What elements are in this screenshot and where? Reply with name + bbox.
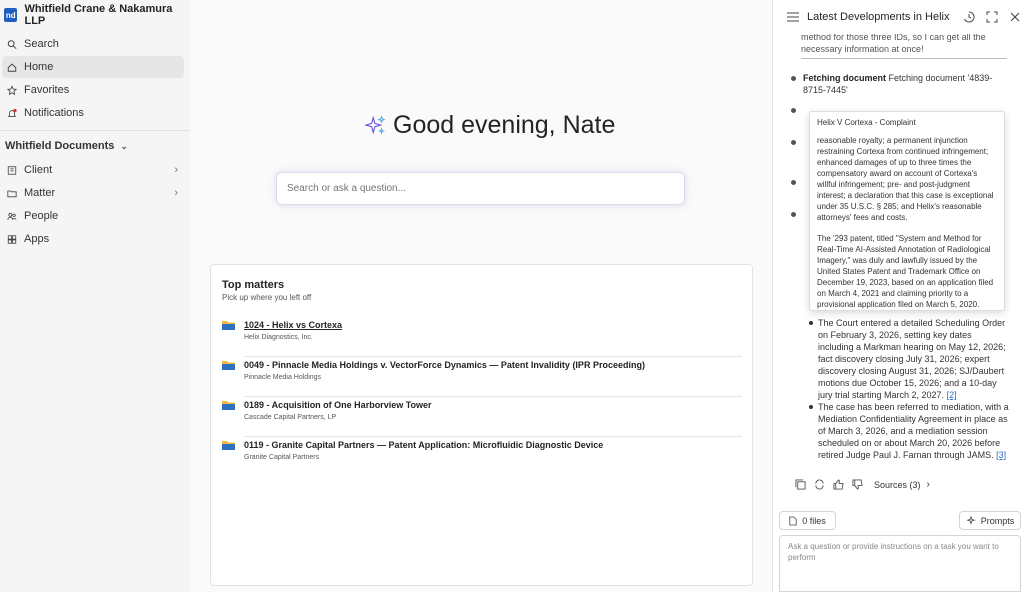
bullet-text: The Court entered a detailed Scheduling … bbox=[818, 318, 1006, 400]
files-button[interactable]: 0 files bbox=[779, 511, 836, 530]
matter-row[interactable]: 1024 - Helix vs Cortexa Helix Diagnostic… bbox=[222, 317, 742, 357]
tooltip-title: Helix V Cortexa - Complaint bbox=[817, 118, 916, 127]
sidebar-item-label: Favorites bbox=[24, 84, 70, 96]
sparkle-icon bbox=[365, 114, 386, 135]
sidebar-item-matter[interactable]: Matter › bbox=[2, 182, 184, 204]
matter-client: Helix Diagnostics, Inc. bbox=[244, 334, 313, 341]
matter-client: Pinnacle Media Holdings bbox=[244, 374, 322, 381]
top-matters-card: Top matters Pick up where you left off 1… bbox=[210, 264, 753, 586]
sidebar-item-home[interactable]: Home bbox=[2, 56, 184, 78]
sidebar-item-label: People bbox=[24, 210, 59, 222]
folder-icon bbox=[222, 401, 235, 410]
chevron-down-icon: ⌄ bbox=[120, 140, 128, 151]
bullet bbox=[791, 108, 796, 113]
divider bbox=[801, 58, 1007, 59]
response-actions: Sources (3) › bbox=[795, 479, 930, 490]
bullet bbox=[791, 76, 796, 81]
tooltip-paragraph: The '293 patent, titled "System and Meth… bbox=[817, 234, 994, 309]
list-item: The case has been referred to mediation,… bbox=[809, 401, 1009, 461]
matter-client: Cascade Capital Partners, LP bbox=[244, 414, 337, 421]
thumbs-down-icon[interactable] bbox=[852, 479, 863, 490]
citation-link[interactable]: [3] bbox=[996, 450, 1006, 460]
bullet-text: The case has been referred to mediation,… bbox=[818, 402, 1009, 460]
retry-icon[interactable] bbox=[814, 479, 825, 490]
prompts-button[interactable]: Prompts bbox=[959, 511, 1021, 530]
user-message: method for those three IDs, so I can get… bbox=[801, 34, 986, 54]
thumbs-up-icon[interactable] bbox=[833, 479, 844, 490]
folder-icon bbox=[222, 441, 235, 450]
bullet bbox=[791, 180, 796, 185]
sidebar-item-notifications[interactable]: Notifications bbox=[2, 102, 184, 124]
sidebar-item-label: Matter bbox=[24, 187, 56, 199]
chevron-right-icon: › bbox=[174, 187, 178, 199]
greeting-text: Good evening, Nate bbox=[393, 111, 616, 139]
search-input[interactable] bbox=[276, 172, 685, 205]
search-icon bbox=[7, 39, 17, 49]
matter-title[interactable]: 0189 - Acquisition of One Harborview Tow… bbox=[244, 400, 432, 410]
folder-icon bbox=[222, 321, 235, 330]
citation-link[interactable]: [2] bbox=[947, 390, 957, 400]
sidebar-item-favorites[interactable]: Favorites bbox=[2, 79, 184, 101]
sidebar-item-label: Client bbox=[24, 164, 53, 176]
client-icon bbox=[7, 165, 17, 175]
card-title: Top matters bbox=[222, 279, 285, 291]
card-subtitle: Pick up where you left off bbox=[222, 293, 312, 302]
citation-tooltip: Helix V Cortexa - Complaint reasonable r… bbox=[809, 111, 1005, 311]
panel-title: Latest Developments in Helix v ... bbox=[807, 11, 952, 23]
section-title[interactable]: Whitfield Documents ⌄ bbox=[0, 136, 190, 156]
prompts-label: Prompts bbox=[980, 515, 1015, 526]
matter-title[interactable]: 0119 - Granite Capital Partners — Patent… bbox=[244, 440, 603, 450]
menu-icon[interactable] bbox=[787, 12, 799, 22]
bullet bbox=[791, 140, 796, 145]
matter-client: Granite Capital Partners bbox=[244, 454, 320, 461]
list-item: The Court entered a detailed Scheduling … bbox=[809, 317, 1009, 401]
prompts-icon bbox=[966, 515, 976, 525]
ask-input[interactable]: Ask a question or provide instructions o… bbox=[779, 535, 1021, 592]
sidebar-item-label: Home bbox=[24, 61, 54, 73]
step-label: Fetching document bbox=[803, 73, 886, 83]
sidebar-item-label: Notifications bbox=[24, 107, 84, 119]
matter-title[interactable]: 1024 - Helix vs Cortexa bbox=[244, 320, 342, 330]
apps-icon bbox=[7, 234, 17, 244]
expand-icon[interactable] bbox=[986, 11, 998, 23]
close-icon[interactable] bbox=[1009, 11, 1021, 23]
people-icon bbox=[7, 211, 17, 221]
sidebar-item-people[interactable]: People bbox=[2, 205, 184, 227]
home-icon bbox=[7, 62, 17, 72]
bell-icon bbox=[7, 108, 17, 118]
tooltip-paragraph: reasonable royalty; a permanent injuncti… bbox=[817, 136, 994, 222]
brand-logo: nd bbox=[4, 8, 18, 22]
sidebar-item-label: Search bbox=[24, 38, 59, 50]
step-text: Fetching document Fetching document '483… bbox=[803, 72, 1013, 96]
brand-name: Whitfield Crane & Nakamura LLP bbox=[24, 3, 173, 27]
folder-icon bbox=[222, 361, 235, 370]
sidebar-item-label: Apps bbox=[24, 233, 50, 245]
main-area: Good evening, Nate Top matters Pick up w… bbox=[190, 0, 772, 592]
star-icon bbox=[7, 84, 17, 95]
chevron-right-icon: › bbox=[174, 164, 178, 176]
files-label: 0 files bbox=[802, 515, 826, 526]
sidebar-item-search[interactable]: Search bbox=[2, 33, 184, 55]
brand[interactable]: nd Whitfield Crane & Nakamura LLP bbox=[0, 0, 190, 30]
section-title-label: Whitfield Documents bbox=[5, 140, 115, 152]
matter-row[interactable]: 0049 - Pinnacle Media Holdings v. Vector… bbox=[222, 357, 742, 397]
sources-button[interactable]: Sources (3) bbox=[874, 480, 921, 490]
sidebar: nd Whitfield Crane & Nakamura LLP Search… bbox=[0, 0, 190, 592]
sidebar-divider bbox=[0, 130, 190, 131]
sidebar-item-client[interactable]: Client › bbox=[2, 159, 184, 181]
panel-header: Latest Developments in Helix v ... bbox=[773, 0, 1024, 34]
chevron-right-icon[interactable]: › bbox=[927, 479, 930, 490]
folder-icon bbox=[7, 188, 17, 198]
bullet bbox=[791, 212, 796, 217]
document-icon bbox=[789, 516, 797, 525]
copy-icon[interactable] bbox=[795, 479, 806, 490]
matter-row[interactable]: 0119 - Granite Capital Partners — Patent… bbox=[222, 437, 742, 477]
bullet-list: The Court entered a detailed Scheduling … bbox=[809, 317, 1009, 461]
matter-title[interactable]: 0049 - Pinnacle Media Holdings v. Vector… bbox=[244, 360, 645, 370]
sidebar-item-apps[interactable]: Apps bbox=[2, 228, 184, 250]
matter-row[interactable]: 0189 - Acquisition of One Harborview Tow… bbox=[222, 397, 742, 437]
greeting: Good evening, Nate bbox=[365, 111, 615, 140]
history-icon[interactable] bbox=[963, 11, 975, 23]
